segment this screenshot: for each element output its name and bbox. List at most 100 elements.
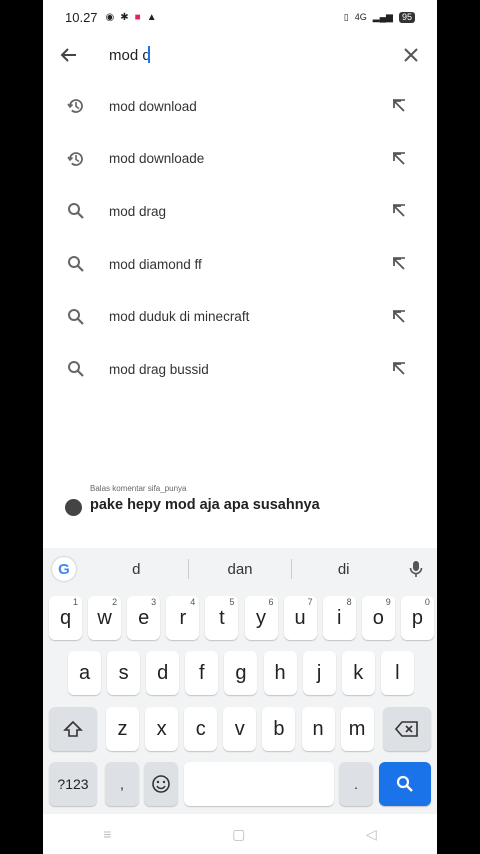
fill-query-arrow-icon[interactable]: [361, 99, 437, 113]
key-g[interactable]: g: [224, 651, 258, 695]
key-t[interactable]: t5: [205, 596, 239, 640]
key-label: i: [336, 606, 342, 629]
word-suggestion[interactable]: d: [85, 561, 188, 578]
search-bar: mod d: [43, 34, 437, 76]
backspace-key[interactable]: [383, 707, 431, 751]
key-p[interactable]: p0: [400, 596, 434, 640]
suggestion-item[interactable]: mod drag: [43, 185, 437, 238]
key-n[interactable]: n: [301, 707, 335, 751]
battery-level: 95: [398, 11, 415, 23]
suggestion-list: mod download mod downloade mod drag mod …: [43, 80, 437, 396]
navigation-bar: ≡ ▢ ◁: [43, 814, 437, 854]
key-label: u: [294, 606, 306, 629]
key-w[interactable]: w2: [88, 596, 122, 640]
system-icons: ▯ 4G ▂▄▆ 95: [343, 11, 415, 23]
suggestion-text: mod downloade: [109, 151, 205, 167]
key-v[interactable]: v: [223, 707, 257, 751]
keyboard-suggestion-bar: G d dan di: [43, 548, 437, 590]
key-number-hint: 1: [72, 597, 78, 607]
warning-icon: ▲: [146, 11, 157, 23]
search-icon: [43, 202, 109, 220]
suggestion-item[interactable]: mod downloade: [43, 133, 437, 186]
key-number-hint: 2: [112, 597, 118, 607]
fill-query-arrow-icon[interactable]: [361, 152, 437, 166]
search-icon: [43, 308, 109, 326]
comment-text: pake hepy mod aja apa susahnya: [90, 497, 320, 513]
fill-query-arrow-icon[interactable]: [361, 257, 437, 271]
key-f[interactable]: f: [185, 651, 219, 695]
suggestion-text: mod drag: [109, 203, 167, 219]
key-m[interactable]: m: [340, 707, 374, 751]
word-suggestion[interactable]: dan: [189, 561, 292, 578]
key-b[interactable]: b: [262, 707, 296, 751]
key-label: w: [97, 606, 112, 629]
shift-key[interactable]: [49, 707, 97, 751]
suggestion-item[interactable]: mod diamond ff: [43, 238, 437, 291]
key-number-hint: 7: [307, 597, 313, 607]
key-c[interactable]: c: [184, 707, 218, 751]
key-label: p: [411, 606, 423, 629]
back-arrow-icon[interactable]: [43, 34, 95, 76]
emoji-key[interactable]: [144, 762, 178, 806]
key-number-hint: 6: [268, 597, 274, 607]
notification-icons: ◉ ✱ ■ ▲: [106, 12, 157, 23]
key-l[interactable]: l: [380, 651, 414, 695]
key-j[interactable]: j: [302, 651, 336, 695]
vibrate-icon: ▯: [343, 11, 349, 22]
key-number-hint: 3: [151, 597, 157, 607]
suggestion-item[interactable]: mod download: [43, 80, 437, 133]
clear-search-icon[interactable]: [385, 34, 437, 76]
key-label: o: [372, 606, 384, 629]
key-d[interactable]: d: [146, 651, 180, 695]
key-e[interactable]: e3: [127, 596, 161, 640]
key-u[interactable]: u7: [283, 596, 317, 640]
key-s[interactable]: s: [107, 651, 141, 695]
key-h[interactable]: h: [263, 651, 297, 695]
search-submit-key[interactable]: [379, 762, 431, 806]
search-query: mod d: [109, 47, 151, 64]
suggestion-item[interactable]: mod duduk di minecraft: [43, 290, 437, 343]
word-suggestion[interactable]: di: [292, 561, 395, 578]
key-label: e: [138, 606, 150, 629]
microphone-icon[interactable]: [395, 560, 437, 578]
home-nav-icon[interactable]: ▢: [232, 826, 245, 843]
app-icon: ■: [134, 11, 141, 23]
key-r[interactable]: r4: [166, 596, 200, 640]
signal-icon: ▂▄▆: [372, 11, 393, 22]
key-number-hint: 8: [346, 597, 352, 607]
key-number-hint: 5: [229, 597, 235, 607]
google-logo-icon[interactable]: G: [43, 557, 85, 581]
menu-nav-icon[interactable]: ≡: [103, 826, 111, 842]
key-number-hint: 9: [385, 597, 391, 607]
suggestion-text: mod download: [109, 98, 197, 114]
symbols-key[interactable]: ?123: [49, 762, 97, 806]
keyboard-row-4: ?123 , .: [43, 762, 437, 806]
space-key[interactable]: [184, 762, 334, 806]
suggestion-item[interactable]: mod drag bussid: [43, 343, 437, 396]
status-time: 10.27: [65, 9, 98, 25]
keyboard-row-1: q1w2e3r4t5y6u7i8o9p0: [43, 596, 437, 640]
key-label: y: [256, 606, 266, 629]
comma-key[interactable]: ,: [105, 762, 139, 806]
status-bar: 10.27 ◉ ✱ ■ ▲ ▯ 4G ▂▄▆ 95: [43, 0, 437, 34]
key-z[interactable]: z: [106, 707, 139, 751]
key-x[interactable]: x: [145, 707, 179, 751]
key-i[interactable]: i8: [322, 596, 356, 640]
key-o[interactable]: o9: [361, 596, 395, 640]
period-key[interactable]: .: [339, 762, 373, 806]
reply-label: Balas komentar sifa_punya: [90, 484, 187, 493]
history-icon: [43, 96, 109, 116]
keyboard-row-2: asdfghjkl: [43, 651, 437, 695]
fill-query-arrow-icon[interactable]: [361, 204, 437, 218]
key-a[interactable]: a: [68, 651, 101, 695]
fill-query-arrow-icon[interactable]: [361, 362, 437, 376]
back-nav-icon[interactable]: ◁: [366, 826, 377, 843]
search-input[interactable]: mod d: [95, 46, 385, 64]
key-y[interactable]: y6: [244, 596, 278, 640]
key-k[interactable]: k: [341, 651, 375, 695]
key-number-hint: 4: [190, 597, 196, 607]
key-label: q: [59, 606, 72, 629]
fill-query-arrow-icon[interactable]: [361, 309, 437, 324]
key-q[interactable]: q1: [49, 596, 82, 640]
key-label: r: [179, 606, 187, 629]
